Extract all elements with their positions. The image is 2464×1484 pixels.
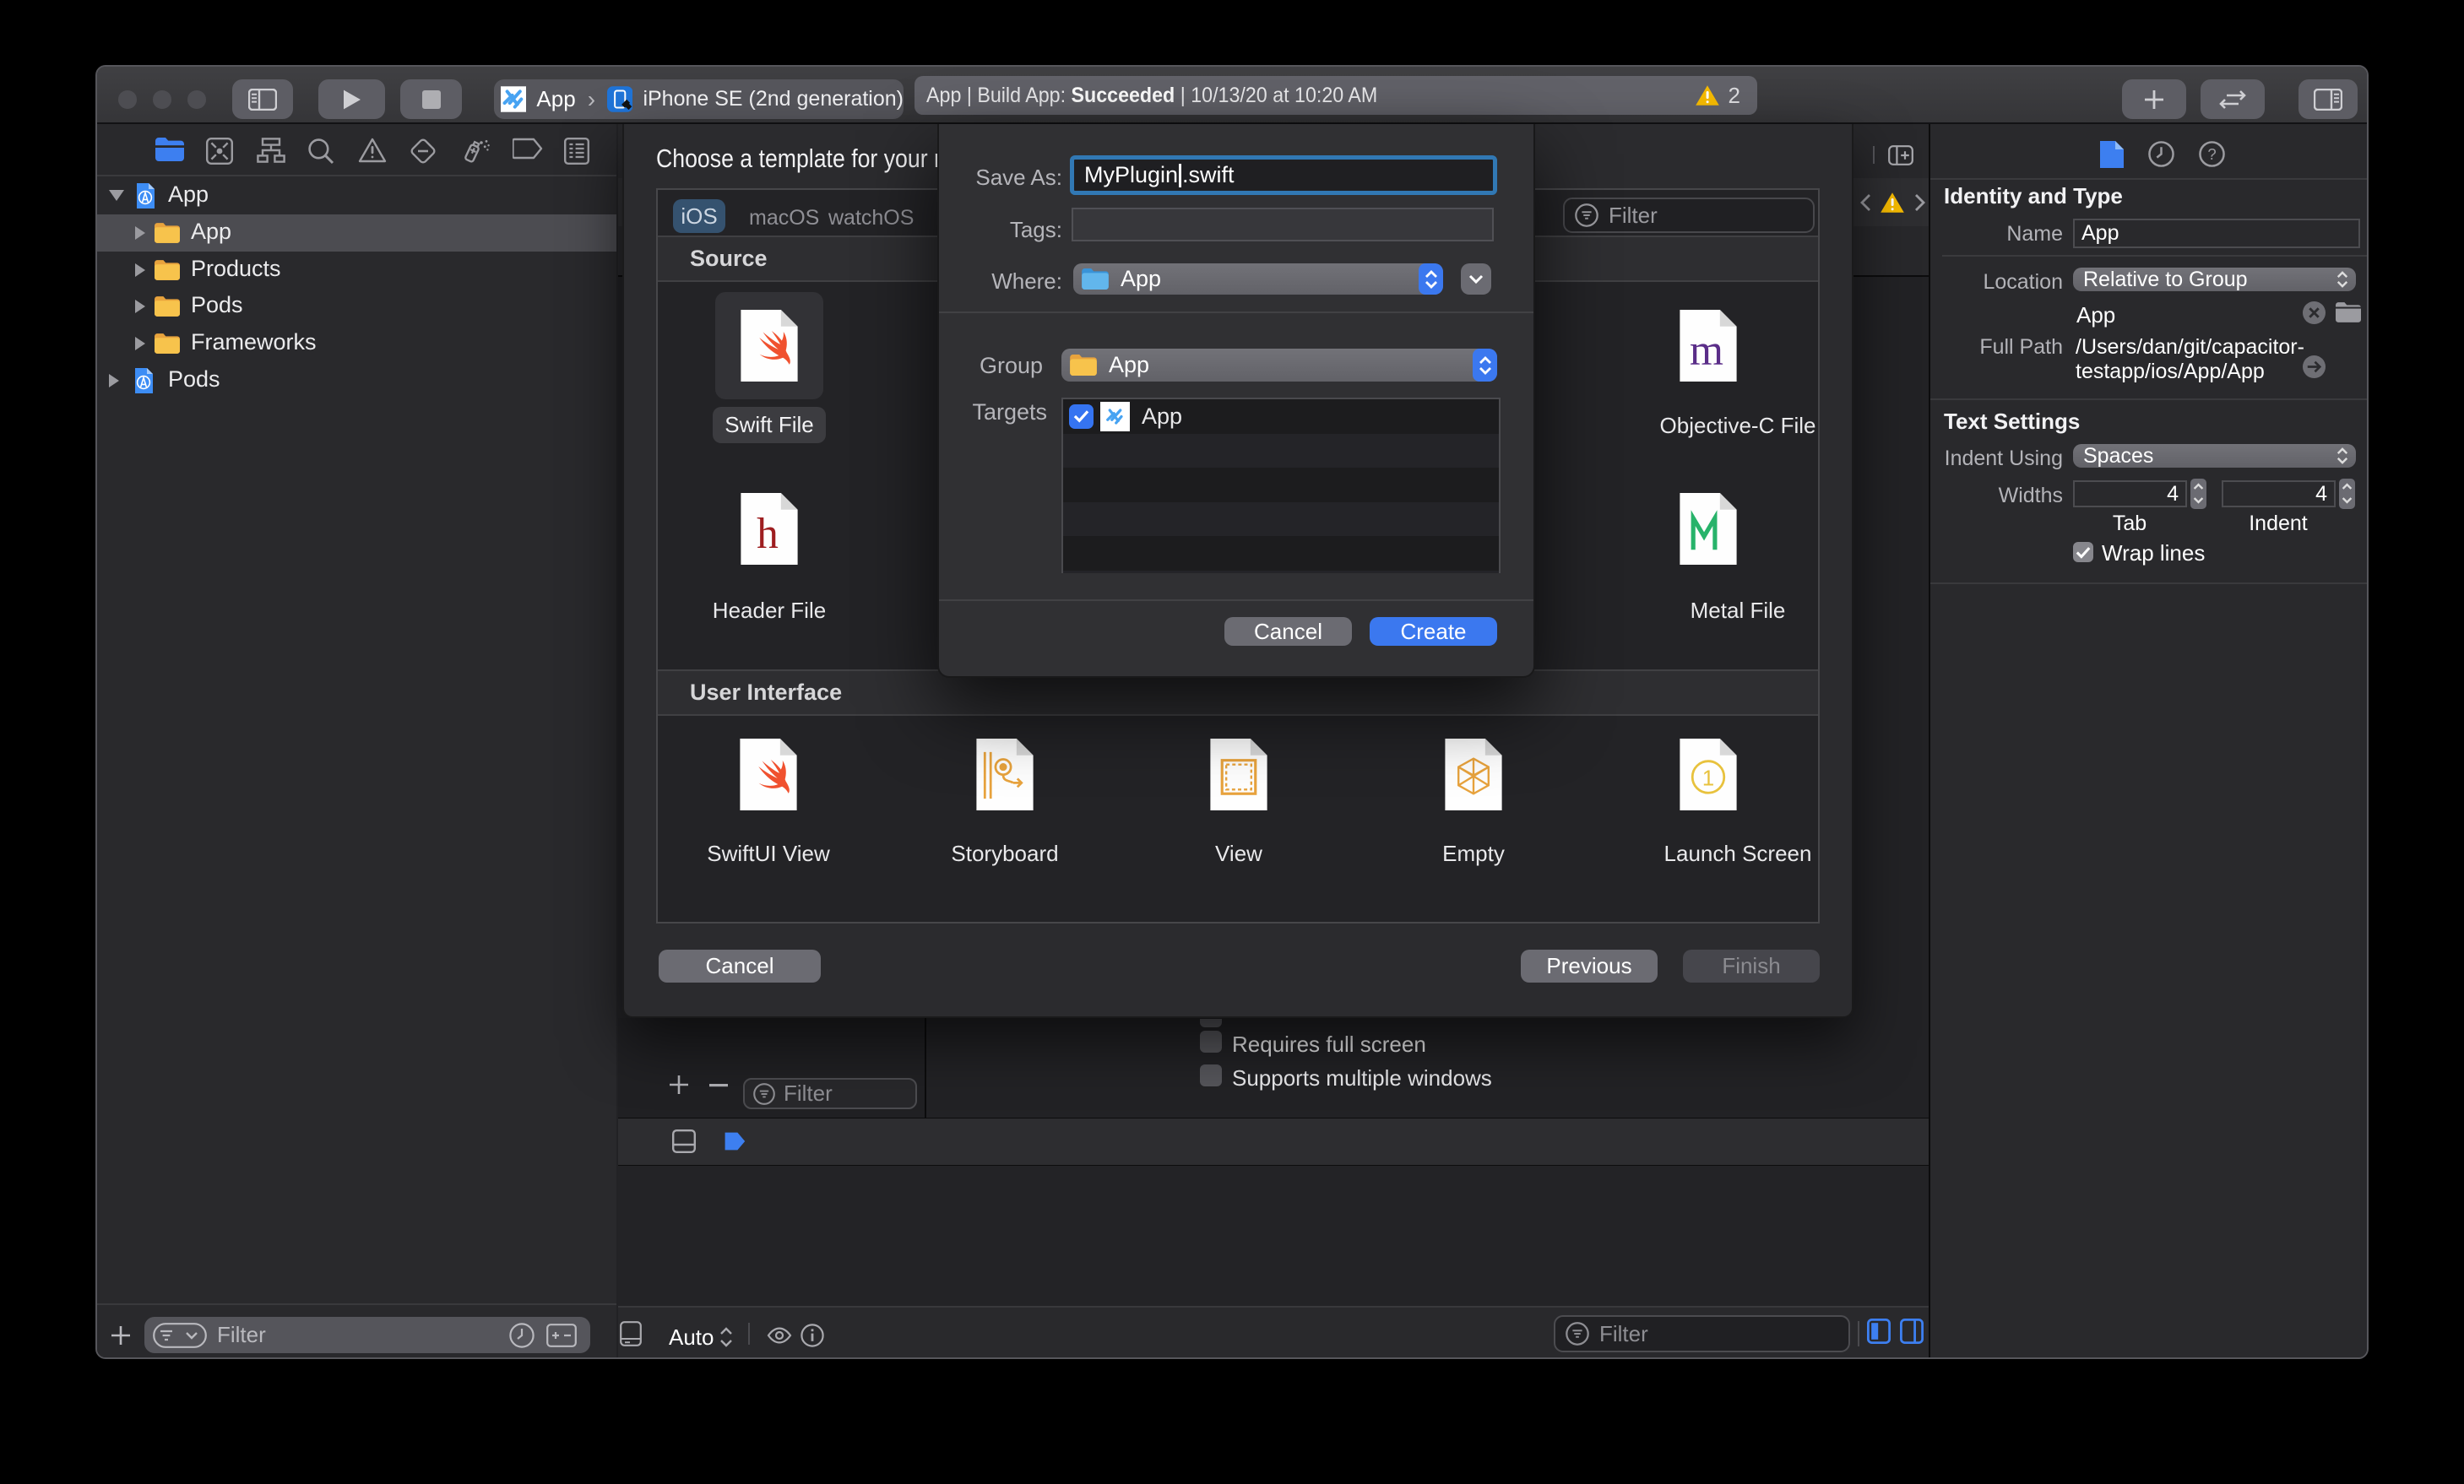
svg-text:1: 1 (1702, 766, 1714, 790)
svg-text:h: h (757, 510, 779, 558)
svg-text:?: ? (2207, 145, 2216, 163)
svg-text:m: m (1690, 327, 1723, 375)
